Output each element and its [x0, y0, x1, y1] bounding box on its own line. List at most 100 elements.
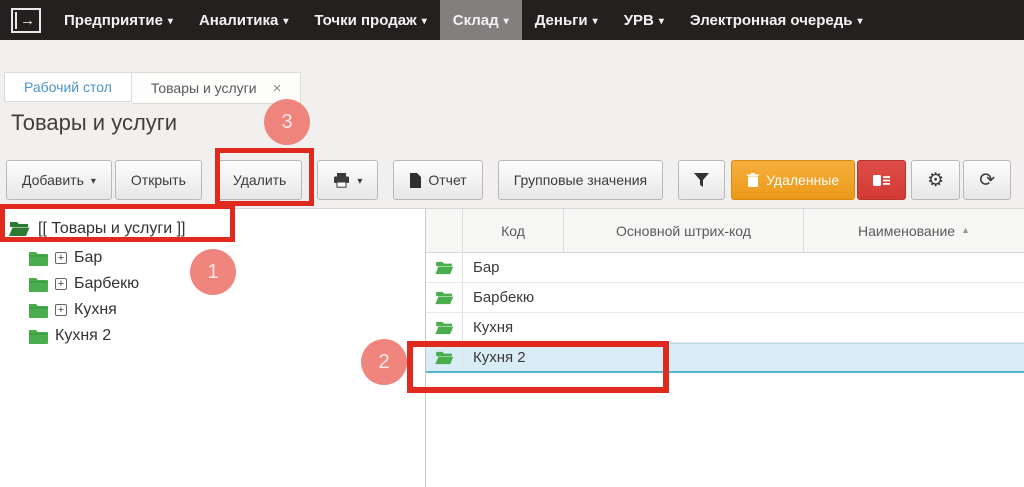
refresh-button[interactable]: ⟳ — [963, 160, 1011, 200]
tree-item-kitchen-2[interactable]: Кухня 2 — [0, 323, 424, 349]
folder-icon — [28, 303, 48, 318]
menu-item-label: Аналитика — [199, 12, 278, 29]
tree-item-kitchen[interactable]: + Кухня — [0, 297, 424, 323]
top-menu-bar: → Предприятие ▾ Аналитика ▾ Точки продаж… — [0, 0, 1024, 40]
menu-item-label: Точки продаж — [314, 12, 416, 29]
menu-item-analytics[interactable]: Аналитика ▾ — [186, 0, 301, 40]
chevron-down-icon: ▾ — [504, 16, 509, 27]
row-name: Бар — [463, 259, 500, 276]
add-button-label: Добавить — [22, 172, 84, 188]
open-button-label: Открыть — [131, 172, 186, 188]
print-button[interactable]: ▾ — [317, 160, 378, 200]
toolbar: Добавить ▾ Открыть Удалить ▾ Отчет Групп… — [6, 160, 1011, 200]
tab-desktop[interactable]: Рабочий стол — [4, 72, 132, 102]
tab-label: Товары и услуги — [151, 80, 257, 96]
open-folder-icon — [9, 221, 30, 237]
row-icon-cell — [426, 283, 463, 312]
menu-item-label: Предприятие — [64, 12, 163, 29]
tree-item-bar[interactable]: + Бар — [0, 245, 424, 271]
menu-item-enterprise[interactable]: Предприятие ▾ — [51, 0, 186, 40]
report-button[interactable]: Отчет — [393, 160, 482, 200]
column-header-name[interactable]: Наименование ▲ — [804, 209, 1024, 252]
menu-item-label: Деньги — [535, 12, 588, 29]
tree-item-label: Бар — [74, 249, 102, 267]
category-tree: [[ Товары и услуги ]] + Бар + Барбекю + … — [0, 209, 424, 349]
chevron-down-icon: ▾ — [593, 16, 598, 27]
chevron-down-icon: ▾ — [858, 16, 863, 27]
table-header: Код Основной штрих-код Наименование ▲ — [426, 209, 1024, 253]
folder-icon — [28, 277, 48, 292]
folder-icon — [28, 251, 48, 266]
group-values-button[interactable]: Групповые значения — [498, 160, 663, 200]
filter-funnel-icon — [694, 173, 709, 187]
expand-plus-icon[interactable]: + — [55, 278, 67, 290]
tree-item-label: Кухня 2 — [55, 327, 111, 345]
open-folder-icon — [435, 321, 454, 335]
table-row-barbecue[interactable]: Барбекю — [426, 283, 1024, 313]
page-title: Товары и услуги — [11, 110, 177, 136]
table-row-kitchen-2[interactable]: Кухня 2 — [426, 343, 1024, 373]
column-header-label: Основной штрих-код — [616, 223, 751, 239]
open-button[interactable]: Открыть — [115, 160, 202, 200]
report-button-label: Отчет — [428, 172, 466, 188]
catalog-book-icon — [873, 174, 890, 187]
chevron-down-icon: ▾ — [283, 16, 288, 27]
row-name: Барбекю — [463, 289, 534, 306]
close-icon[interactable]: × — [273, 81, 282, 96]
table-row-bar[interactable]: Бар — [426, 253, 1024, 283]
table-row-kitchen[interactable]: Кухня — [426, 313, 1024, 343]
menu-item-label: Электронная очередь — [690, 12, 853, 29]
document-icon — [409, 173, 421, 188]
tab-strip: Рабочий стол Товары и услуги × — [4, 72, 301, 104]
gear-icon: ⚙ — [927, 171, 944, 190]
tree-root-label: [[ Товары и услуги ]] — [38, 220, 185, 238]
chevron-down-icon: ▾ — [91, 176, 96, 187]
row-icon-cell — [426, 253, 463, 282]
menu-item-label: УРВ — [624, 12, 654, 29]
row-name: Кухня — [463, 319, 513, 336]
menu-item-points-of-sale[interactable]: Точки продаж ▾ — [301, 0, 439, 40]
menu-item-label: Склад — [453, 12, 499, 29]
column-header-code[interactable]: Код — [463, 209, 564, 252]
printer-icon — [333, 173, 350, 188]
trash-icon — [747, 173, 759, 187]
deleted-items-label: Удаленные — [766, 172, 839, 188]
deleted-items-button[interactable]: Удаленные — [731, 160, 855, 200]
goods-table: Код Основной штрих-код Наименование ▲ Ба… — [426, 209, 1024, 373]
tree-item-label: Кухня — [74, 301, 117, 319]
column-header-label: Код — [501, 223, 525, 239]
column-header-icon[interactable] — [426, 209, 463, 252]
tab-goods-and-services[interactable]: Товары и услуги × — [132, 72, 301, 104]
refresh-icon: ⟳ — [979, 171, 995, 190]
row-name: Кухня 2 — [463, 349, 526, 366]
menu-item-electronic-queue[interactable]: Электронная очередь ▾ — [677, 0, 876, 40]
tree-root-goods-and-services[interactable]: [[ Товары и услуги ]] — [0, 213, 424, 245]
delete-button[interactable]: Удалить — [217, 160, 302, 200]
annotation-step-3-badge: 3 — [264, 99, 310, 145]
sort-ascending-icon: ▲ — [961, 225, 970, 235]
column-header-label: Наименование — [858, 223, 955, 239]
delete-button-label: Удалить — [233, 172, 286, 188]
folder-icon — [28, 329, 48, 344]
registry-button[interactable] — [857, 160, 906, 200]
open-folder-icon — [435, 291, 454, 305]
add-button[interactable]: Добавить ▾ — [6, 160, 112, 200]
settings-button[interactable]: ⚙ — [911, 160, 960, 200]
content-area: [[ Товары и услуги ]] + Бар + Барбекю + … — [0, 208, 1024, 487]
tree-item-label: Барбекю — [74, 275, 139, 293]
tree-item-barbecue[interactable]: + Барбекю — [0, 271, 424, 297]
column-header-barcode[interactable]: Основной штрих-код — [564, 209, 804, 252]
arrow-right-icon: → — [20, 13, 35, 28]
expand-plus-icon[interactable]: + — [55, 304, 67, 316]
menu-item-money[interactable]: Деньги ▾ — [522, 0, 611, 40]
group-values-label: Групповые значения — [514, 172, 647, 188]
menu-item-warehouse[interactable]: Склад ▾ — [440, 0, 522, 40]
expand-plus-icon[interactable]: + — [55, 252, 67, 264]
sidebar-toggle-button[interactable]: → — [11, 8, 41, 33]
open-folder-icon — [435, 351, 454, 365]
chevron-down-icon: ▾ — [357, 176, 362, 187]
filter-button[interactable] — [678, 160, 725, 200]
chevron-down-icon: ▾ — [422, 16, 427, 27]
menu-item-urv[interactable]: УРВ ▾ — [611, 0, 677, 40]
row-icon-cell — [426, 313, 463, 342]
